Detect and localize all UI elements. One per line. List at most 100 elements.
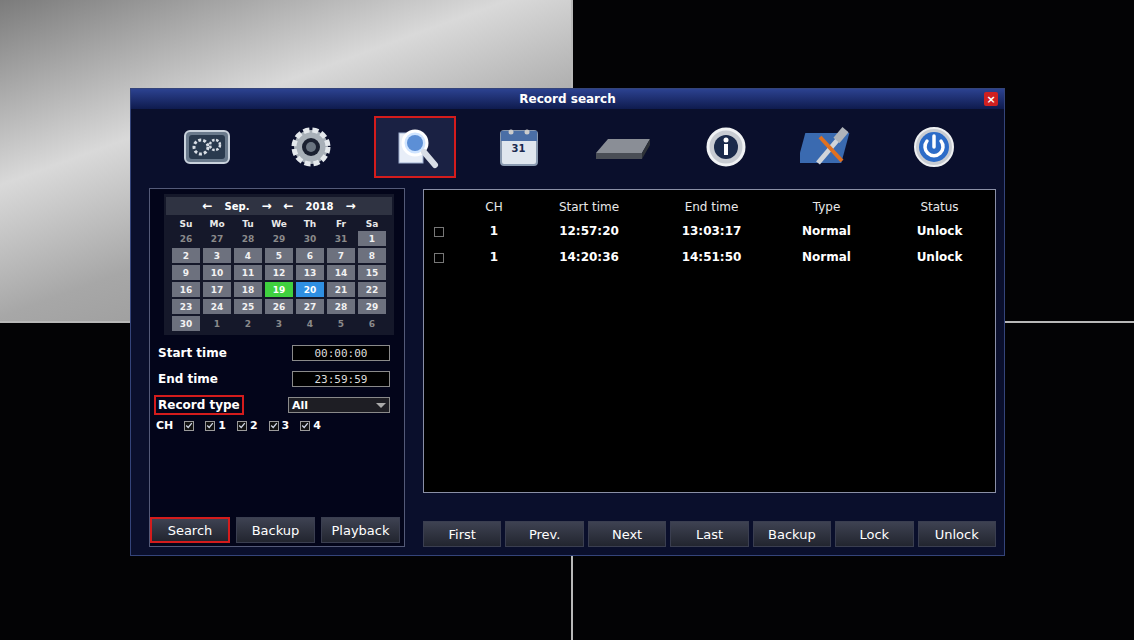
calendar-day[interactable]: 22: [358, 282, 386, 297]
close-button[interactable]: ×: [984, 92, 998, 106]
all-channels[interactable]: [184, 421, 194, 431]
menu-tab[interactable]: [893, 116, 975, 178]
calendar-day[interactable]: 27: [296, 299, 324, 314]
table-action-button[interactable]: Last: [670, 521, 748, 547]
calendar-day[interactable]: 9: [172, 265, 200, 280]
calendar-day[interactable]: 23: [172, 299, 200, 314]
checkbox[interactable]: [434, 253, 444, 263]
calendar-day[interactable]: 3: [265, 316, 293, 331]
search-action-button[interactable]: Search: [150, 517, 230, 543]
checkbox[interactable]: [300, 421, 310, 431]
calendar-day[interactable]: 29: [265, 231, 293, 246]
record-type-label: Record type: [154, 395, 244, 415]
table-cell: Unlock: [884, 224, 995, 238]
calendar-day[interactable]: 1: [358, 231, 386, 246]
calendar-day[interactable]: 13: [296, 265, 324, 280]
menu-tab[interactable]: [270, 116, 352, 178]
channel-option[interactable]: 1: [205, 419, 226, 432]
table-action-button[interactable]: Next: [588, 521, 666, 547]
calendar-day[interactable]: 30: [172, 316, 200, 331]
weekday-row: SuMoTuWeThFrSa: [166, 219, 392, 229]
menu-tab[interactable]: [789, 116, 871, 178]
calendar-day[interactable]: 2: [234, 316, 262, 331]
calendar-day[interactable]: 30: [296, 231, 324, 246]
checkbox[interactable]: [434, 227, 444, 237]
channel-option[interactable]: 3: [269, 419, 290, 432]
menu-tab[interactable]: 31: [478, 116, 560, 178]
calendar-day[interactable]: 11: [234, 265, 262, 280]
channel-option[interactable]: 4: [300, 419, 321, 432]
search-panel: ←Sep.→←2018→SuMoTuWeThFrSa26272829303112…: [149, 188, 405, 547]
menu-toolbar: 31: [131, 109, 1004, 184]
start-time-input[interactable]: 00:00:00: [292, 345, 390, 361]
calendar-day[interactable]: 3: [203, 248, 231, 263]
calendar-day[interactable]: 16: [172, 282, 200, 297]
search-action-button[interactable]: Playback: [321, 517, 400, 543]
calendar-day[interactable]: 20: [296, 282, 324, 297]
calendar-day[interactable]: 1: [203, 316, 231, 331]
record-type-dropdown[interactable]: All: [288, 397, 390, 413]
table-action-button[interactable]: Prev.: [505, 521, 583, 547]
calendar-day[interactable]: 26: [172, 231, 200, 246]
channel-number: 1: [218, 419, 226, 432]
calendar-day[interactable]: 5: [265, 248, 293, 263]
calendar-day[interactable]: 12: [265, 265, 293, 280]
calendar-day[interactable]: 14: [327, 265, 355, 280]
search-action-button[interactable]: Backup: [236, 517, 315, 543]
next-year-button[interactable]: →: [345, 199, 355, 213]
menu-tab[interactable]: [374, 116, 456, 178]
menu-tab[interactable]: [166, 116, 248, 178]
calendar-day[interactable]: 4: [234, 248, 262, 263]
search-fields: Start time00:00:00End time23:59:59Record…: [154, 343, 404, 415]
calendar-day[interactable]: 26: [265, 299, 293, 314]
channel-filter: CH1234: [156, 419, 404, 432]
prev-month-button[interactable]: ←: [202, 199, 212, 213]
calendar-day[interactable]: 21: [327, 282, 355, 297]
checkbox[interactable]: [237, 421, 247, 431]
table-action-button[interactable]: Backup: [753, 521, 831, 547]
calendar-header: ←Sep.→←2018→: [166, 197, 392, 215]
calendar-day[interactable]: 27: [203, 231, 231, 246]
calendar-day[interactable]: 31: [327, 231, 355, 246]
checkbox[interactable]: [269, 421, 279, 431]
search-actions: SearchBackupPlayback: [150, 517, 404, 546]
table-header: CHStart timeEnd timeTypeStatus: [424, 196, 995, 218]
column-header: Type: [769, 200, 884, 214]
calendar-day[interactable]: 2: [172, 248, 200, 263]
calendar-day[interactable]: 6: [358, 316, 386, 331]
menu-tab[interactable]: [685, 116, 767, 178]
calendar-day[interactable]: 19: [265, 282, 293, 297]
record-type-value: All: [292, 399, 308, 412]
calendar-day[interactable]: 5: [327, 316, 355, 331]
checkbox[interactable]: [184, 421, 194, 431]
channel-option[interactable]: 2: [237, 419, 258, 432]
calendar-day[interactable]: 8: [358, 248, 386, 263]
calendar-day[interactable]: 6: [296, 248, 324, 263]
calendar-day[interactable]: 15: [358, 265, 386, 280]
calendar-day[interactable]: 4: [296, 316, 324, 331]
menu-tab[interactable]: [581, 116, 663, 178]
calendar-day[interactable]: 28: [327, 299, 355, 314]
check-icon: [301, 421, 309, 430]
channel-number: 4: [313, 419, 321, 432]
calendar-day[interactable]: 24: [203, 299, 231, 314]
next-month-button[interactable]: →: [261, 199, 271, 213]
check-icon: [206, 421, 214, 430]
table-row[interactable]: 114:20:3614:51:50NormalUnlock: [424, 244, 995, 270]
results-table: CHStart timeEnd timeTypeStatus112:57:201…: [423, 189, 996, 493]
prev-year-button[interactable]: ←: [284, 199, 294, 213]
table-action-button[interactable]: Unlock: [918, 521, 996, 547]
calendar-day[interactable]: 18: [234, 282, 262, 297]
calendar-day[interactable]: 7: [327, 248, 355, 263]
calendar-day[interactable]: 28: [234, 231, 262, 246]
row-select: [424, 222, 464, 241]
checkbox[interactable]: [205, 421, 215, 431]
calendar-day[interactable]: 25: [234, 299, 262, 314]
table-action-button[interactable]: Lock: [835, 521, 913, 547]
table-action-button[interactable]: First: [423, 521, 501, 547]
calendar-day[interactable]: 17: [203, 282, 231, 297]
table-row[interactable]: 112:57:2013:03:17NormalUnlock: [424, 218, 995, 244]
calendar-day[interactable]: 10: [203, 265, 231, 280]
calendar-day[interactable]: 29: [358, 299, 386, 314]
end-time-input[interactable]: 23:59:59: [292, 371, 390, 387]
